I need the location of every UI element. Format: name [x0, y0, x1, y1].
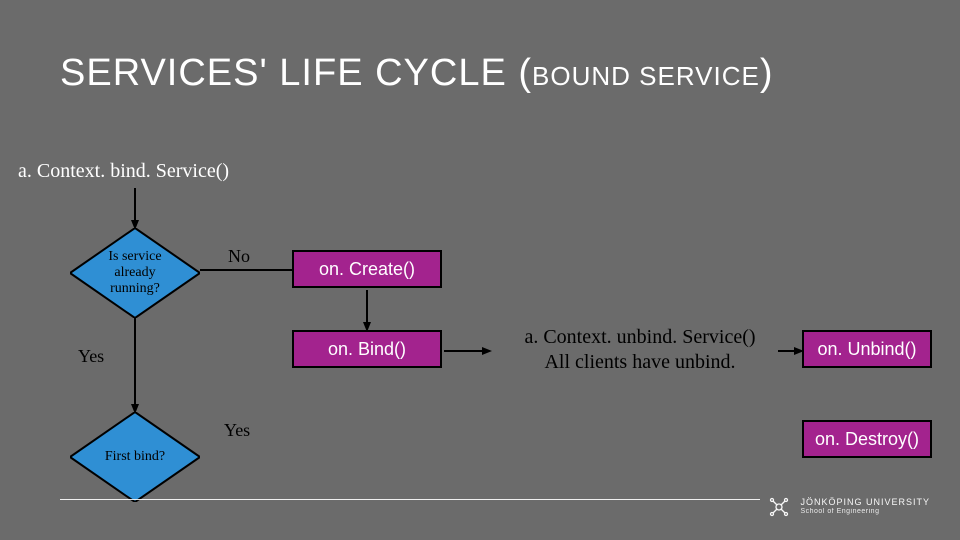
process-ondestroy: on. Destroy() — [802, 420, 932, 458]
onbind-text: on. Bind() — [328, 339, 406, 360]
entry-call-text: a. Context. bind. Service() — [18, 160, 229, 183]
midtext-line1: a. Context. unbind. Service() — [524, 326, 755, 348]
logo-name: JÖNKÖPING UNIVERSITY — [800, 497, 930, 508]
logo-school: School of Engineering — [800, 508, 930, 516]
decision-is-service-running: Is service already running? — [70, 228, 200, 318]
decision1-text: Is service already running? — [70, 228, 200, 318]
paren-close: ) — [760, 52, 774, 94]
process-oncreate: on. Create() — [292, 250, 442, 288]
connector-decision1-to-oncreate — [200, 268, 292, 272]
arrow-decision1-to-decision2 — [130, 318, 140, 414]
title-subtitle: BOUND SERVICE — [532, 61, 760, 91]
label-no: No — [228, 246, 250, 267]
process-onunbind: on. Unbind() — [802, 330, 932, 368]
label-yes-2: Yes — [224, 420, 250, 441]
onunbind-text: on. Unbind() — [817, 339, 916, 360]
oncreate-text: on. Create() — [319, 259, 415, 280]
university-logo: JÖNKÖPING UNIVERSITY School of Engineeri… — [766, 494, 930, 520]
context-unbind-text: a. Context. unbind. Service() All client… — [490, 325, 790, 375]
title-main: SERVICES' LIFE CYCLE — [60, 52, 518, 94]
arrow-entry-to-decision1 — [130, 188, 140, 230]
decision-first-bind: First bind? — [70, 412, 200, 502]
midtext-line2: All clients have unbind. — [544, 351, 735, 373]
logo-mark-icon — [766, 494, 792, 520]
arrow-onbind-to-context — [444, 346, 492, 356]
process-onbind: on. Bind() — [292, 330, 442, 368]
slide-title: SERVICES' LIFE CYCLE (BOUND SERVICE) — [60, 52, 773, 95]
ondestroy-text: on. Destroy() — [815, 429, 919, 450]
paren-open: ( — [518, 52, 532, 94]
arrow-oncreate-to-onbind — [362, 290, 372, 332]
footer-rule — [60, 499, 760, 500]
decision2-text: First bind? — [70, 412, 200, 502]
label-yes-1: Yes — [78, 346, 104, 367]
arrow-context-to-onunbind — [778, 346, 804, 356]
logo-text: JÖNKÖPING UNIVERSITY School of Engineeri… — [800, 497, 930, 516]
